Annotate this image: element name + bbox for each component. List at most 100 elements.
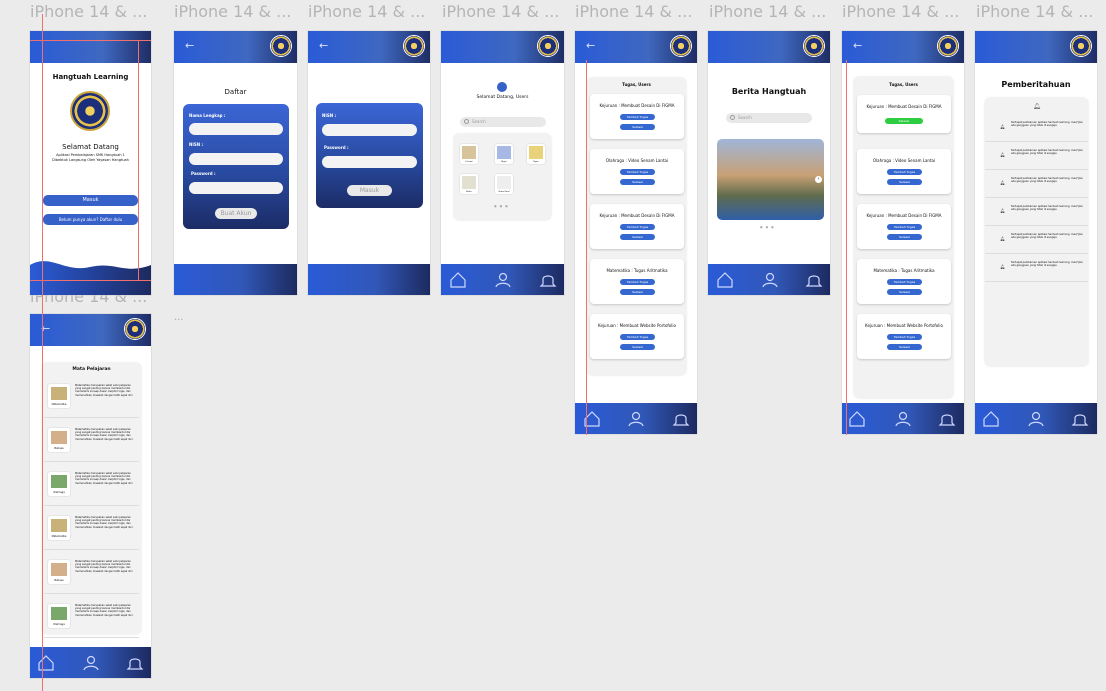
notification-item[interactable]: 🔔︎ Terdapat pembaruan aplikasi hantuah le… (985, 254, 1088, 282)
submit-task-button[interactable]: Selesai (620, 289, 655, 295)
back-arrow-icon[interactable]: ← (586, 39, 600, 53)
notification-item[interactable]: 🔔︎ Terdapat pembaruan aplikasi hantuah le… (985, 226, 1088, 254)
bell-icon[interactable] (126, 654, 144, 672)
task-item[interactable]: Olahraga : Video Senam Lantai Tambah Tug… (590, 149, 684, 194)
subject-row[interactable]: Matematika Matematika merupakan salah sat… (44, 510, 139, 550)
add-task-button[interactable]: Tambah Tugas (887, 224, 922, 230)
submit-task-button[interactable]: Selesai (620, 344, 655, 350)
frame-label[interactable]: iPhone 14 & ... (442, 2, 559, 21)
add-task-button[interactable]: Tambah Tugas (620, 334, 655, 340)
task-item[interactable]: Kejuruan : Membuat Desain Di FIGMA Seles… (857, 95, 951, 133)
bottom-nav (842, 403, 964, 434)
add-task-button[interactable]: Tambah Tugas (620, 279, 655, 285)
guide-line (42, 14, 43, 691)
subject-item[interactable]: Literasi (460, 144, 478, 164)
bell-icon[interactable] (805, 271, 823, 289)
add-task-button[interactable]: Tambah Tugas (887, 279, 922, 285)
task-item[interactable]: Olahraga : Video Senam Lantai Tambah Tug… (857, 149, 951, 194)
task-item[interactable]: Kejuruan : Membuat Desain Di FIGMA Tamba… (590, 204, 684, 249)
home-icon[interactable] (37, 654, 55, 672)
back-arrow-icon[interactable]: ← (41, 322, 55, 336)
search-input[interactable]: Search (460, 117, 546, 127)
submit-task-button[interactable]: Selesai (887, 344, 922, 350)
search-input[interactable]: Search (726, 113, 812, 123)
home-icon[interactable] (982, 410, 1000, 428)
profile-icon[interactable] (494, 271, 512, 289)
profile-icon[interactable] (894, 410, 912, 428)
subject-row[interactable]: Matematika Matematika merupakan salah sat… (44, 378, 139, 418)
search-icon (464, 119, 469, 124)
create-account-button[interactable]: Buat Akun (215, 208, 257, 219)
task-item[interactable]: Matematika : Tugas Aritmatika Tambah Tug… (590, 259, 684, 304)
subject-row[interactable]: Bahasa Matematika merupakan salah satu pe… (44, 422, 139, 462)
bell-icon[interactable] (1071, 410, 1089, 428)
task-item[interactable]: Kejuruan : Membuat Website Portofolio Ta… (590, 314, 684, 359)
subject-row[interactable]: Bahasa Matematika merupakan salah satu pe… (44, 554, 139, 594)
frame-label[interactable]: iPhone 14 & ... (709, 2, 826, 21)
name-input[interactable] (189, 123, 283, 135)
frame-label[interactable]: iPhone 14 & ... (30, 2, 147, 21)
notification-item[interactable]: 🔔︎ Terdapat pembaruan aplikasi hantuah le… (985, 198, 1088, 226)
profile-icon[interactable] (761, 271, 779, 289)
login-button[interactable]: Masuk (43, 195, 138, 206)
back-arrow-icon[interactable]: ← (319, 39, 333, 53)
home-icon[interactable] (848, 410, 866, 428)
subject-item[interactable]: Nyari (527, 144, 545, 164)
back-arrow-icon[interactable]: ← (185, 39, 199, 53)
frame-label[interactable]: iPhone 14 & ... (842, 2, 959, 21)
profile-icon[interactable] (1027, 410, 1045, 428)
submit-task-button[interactable]: Selesai (620, 234, 655, 240)
add-task-button[interactable]: Tambah Tugas (620, 114, 655, 120)
bell-icon[interactable] (938, 410, 956, 428)
task-title: Kejuruan : Membuat Desain Di FIGMA (599, 213, 675, 218)
pager-dots[interactable]: ● ● ● (760, 225, 775, 229)
carousel-next-icon[interactable]: › (815, 176, 822, 183)
nisn-input[interactable] (189, 153, 283, 165)
submit-task-button[interactable]: Selesai (887, 179, 922, 185)
profile-icon[interactable] (627, 410, 645, 428)
header-bar: ← (30, 314, 151, 346)
home-icon[interactable] (449, 271, 467, 289)
frame-label[interactable]: iPhone 14 & ... (976, 2, 1093, 21)
task-item[interactable]: Kejuruan : Membuat Desain Di FIGMA Tamba… (590, 94, 684, 139)
bell-icon[interactable] (672, 410, 690, 428)
task-item[interactable]: Kejuruan : Membuat Website Portofolio Ta… (857, 314, 951, 359)
subject-item[interactable]: Video Karel (495, 174, 513, 194)
subject-row[interactable]: Olahraga Matematika merupakan salah satu … (44, 598, 139, 638)
submit-task-button[interactable]: Selesai (887, 234, 922, 240)
bell-icon[interactable] (539, 271, 557, 289)
pager-dots[interactable]: ● ● ● (494, 204, 509, 208)
signin-button[interactable]: Masuk (347, 185, 392, 196)
subject-item[interactable]: Bigrit (495, 144, 513, 164)
profile-icon[interactable] (82, 654, 100, 672)
add-task-button[interactable]: Tambah Tugas (887, 334, 922, 340)
notification-item[interactable]: 🔔︎ Terdapat pembaruan aplikasi hantuah le… (985, 142, 1088, 170)
register-link-button[interactable]: Belum punya akun? Daftar dulu (43, 214, 138, 225)
signin-form: NISN : Password : Masuk (316, 103, 423, 208)
subject-item[interactable]: Bahtr (460, 174, 478, 194)
news-banner-image[interactable] (717, 139, 824, 220)
frame-label[interactable]: iPhone 14 & ... (308, 2, 425, 21)
add-task-button[interactable]: Tambah Tugas (620, 169, 655, 175)
task-done-button[interactable]: Selesai (885, 118, 923, 124)
nisn-input[interactable] (322, 124, 417, 136)
notification-text: Terdapat pembaruan aplikasi hantuah lear… (1011, 205, 1083, 211)
notification-item[interactable]: 🔔︎ Terdapat pembaruan aplikasi hantuah le… (985, 170, 1088, 198)
task-title: Matematika : Tugas Aritmatika (606, 268, 668, 273)
submit-task-button[interactable]: Selesai (887, 289, 922, 295)
password-input[interactable] (189, 182, 283, 194)
submit-task-button[interactable]: Selesai (620, 179, 655, 185)
task-item[interactable]: Matematika : Tugas Aritmatika Tambah Tug… (857, 259, 951, 304)
password-input[interactable] (322, 156, 417, 168)
task-item[interactable]: Kejuruan : Membuat Desain Di FIGMA Tamba… (857, 204, 951, 249)
add-task-button[interactable]: Tambah Tugas (620, 224, 655, 230)
home-icon[interactable] (716, 271, 734, 289)
frame-label[interactable]: iPhone 14 & ... (174, 2, 291, 21)
submit-task-button[interactable]: Selesai (620, 124, 655, 130)
notification-item[interactable]: 🔔︎ Terdapat pembaruan aplikasi hantuah le… (985, 114, 1088, 142)
school-logo (70, 91, 110, 131)
add-task-button[interactable]: Tambah Tugas (887, 169, 922, 175)
subject-row[interactable]: Olahraga Matematika merupakan salah satu … (44, 466, 139, 506)
frame-label[interactable]: iPhone 14 & ... (575, 2, 692, 21)
back-arrow-icon[interactable]: ← (853, 39, 867, 53)
